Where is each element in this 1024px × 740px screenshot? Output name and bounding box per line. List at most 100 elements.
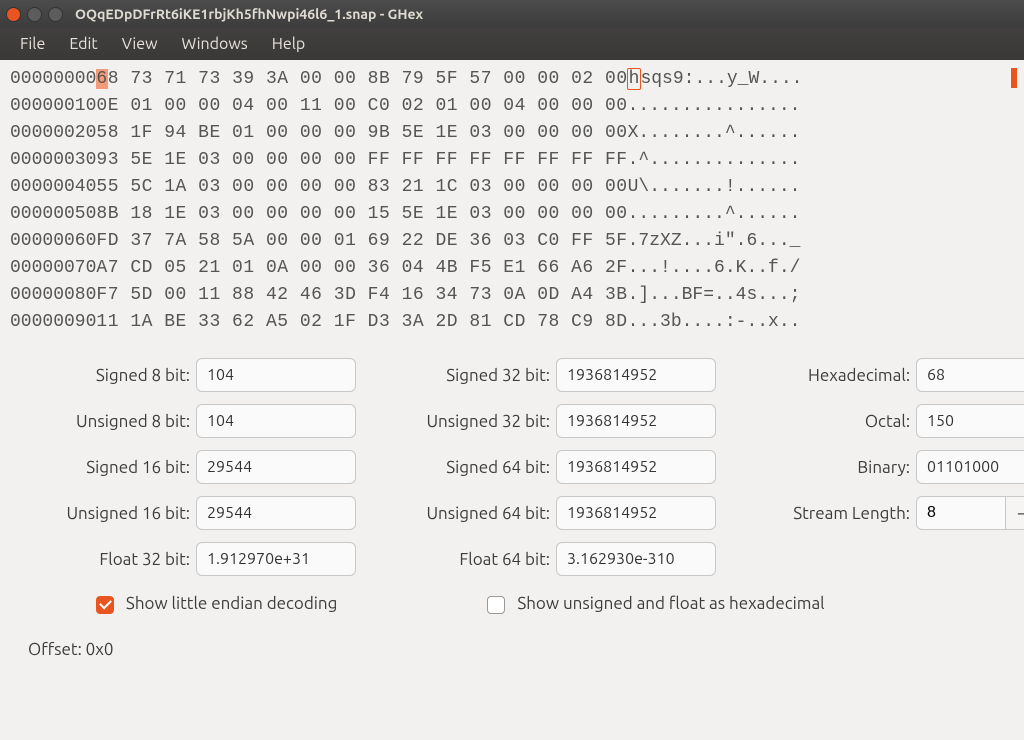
hex-offset: 00000060 <box>10 228 96 255</box>
label-s64: Signed 64 bit: <box>406 458 556 477</box>
hex-row[interactable]: 000000508B 18 1E 03 00 00 00 00 15 5E 1E… <box>10 201 1014 228</box>
menu-file[interactable]: File <box>8 31 57 57</box>
value-u64[interactable] <box>556 496 716 530</box>
hex-offset: 00000030 <box>10 147 96 174</box>
hex-row[interactable]: 000000100E 01 00 00 04 00 11 00 C0 02 01… <box>10 93 1014 120</box>
hex-ascii[interactable]: .^.............. <box>628 147 801 174</box>
label-s16: Signed 16 bit: <box>26 458 196 477</box>
hex-first-byte[interactable]: 8B <box>96 201 119 228</box>
value-stream[interactable] <box>916 496 1006 530</box>
hex-offset: 00000010 <box>10 93 96 120</box>
label-s32: Signed 32 bit: <box>406 366 556 385</box>
label-oct: Octal: <box>766 412 916 431</box>
menu-help[interactable]: Help <box>260 31 318 57</box>
menu-view[interactable]: View <box>110 31 170 57</box>
window-title: OQqEDpDFrRt6iKE1rbjKh5fhNwpi46l6_1.snap … <box>75 6 423 22</box>
hex-offset: 00000000 <box>10 66 96 93</box>
hex-bytes[interactable]: 01 00 00 04 00 11 00 C0 02 01 00 04 00 0… <box>119 93 628 120</box>
hex-bytes[interactable]: 18 1E 03 00 00 00 00 15 5E 1E 03 00 00 0… <box>119 201 628 228</box>
label-f32: Float 32 bit: <box>26 550 196 569</box>
hex-offset: 00000050 <box>10 201 96 228</box>
checkbox-icon <box>96 596 114 614</box>
hex-bytes[interactable]: 5C 1A 03 00 00 00 00 83 21 1C 03 00 00 0… <box>119 174 628 201</box>
menu-edit[interactable]: Edit <box>57 31 109 57</box>
hex-bytes[interactable]: 1A BE 33 62 A5 02 1F D3 3A 2D 81 CD 78 C… <box>119 309 628 336</box>
hex-ascii[interactable]: X........^...... <box>628 120 801 147</box>
maximize-icon[interactable] <box>48 7 63 22</box>
value-u8[interactable] <box>196 404 356 438</box>
hex-bytes[interactable]: 5E 1E 03 00 00 00 00 FF FF FF FF FF FF F… <box>119 147 628 174</box>
hex-first-byte[interactable]: 58 <box>96 120 119 147</box>
hex-row[interactable]: 0000003093 5E 1E 03 00 00 00 00 FF FF FF… <box>10 147 1014 174</box>
hex-row[interactable]: 0000002058 1F 94 BE 01 00 00 00 9B 5E 1E… <box>10 120 1014 147</box>
hex-first-byte[interactable]: FD <box>96 228 119 255</box>
close-icon[interactable] <box>6 7 21 22</box>
hex-first-byte[interactable]: 11 <box>96 309 119 336</box>
value-f32[interactable] <box>196 542 356 576</box>
value-s32[interactable] <box>556 358 716 392</box>
hex-first-byte[interactable]: 0E <box>96 93 119 120</box>
menu-windows[interactable]: Windows <box>170 31 260 57</box>
hex-row[interactable]: 0000000068 73 71 73 39 3A 00 00 8B 79 5F… <box>10 66 1014 93</box>
hex-first-byte[interactable]: 93 <box>96 147 119 174</box>
hex-ascii[interactable]: .]...BF=..4s...; <box>628 282 801 309</box>
check-hexfloat[interactable]: Show unsigned and float as hexadecimal <box>487 594 824 614</box>
hex-row[interactable]: 00000060FD 37 7A 58 5A 00 00 01 69 22 DE… <box>10 228 1014 255</box>
hex-first-byte[interactable]: A7 <box>96 255 119 282</box>
value-u16[interactable] <box>196 496 356 530</box>
hex-ascii[interactable]: ...!....6.K..f./ <box>628 255 801 282</box>
label-s8: Signed 8 bit: <box>26 366 196 385</box>
hex-bytes[interactable]: 37 7A 58 5A 00 00 01 69 22 DE 36 03 C0 F… <box>119 228 628 255</box>
value-hex[interactable] <box>916 358 1024 392</box>
hex-offset: 00000020 <box>10 120 96 147</box>
label-u32: Unsigned 32 bit: <box>406 412 556 431</box>
hex-offset: 00000090 <box>10 309 96 336</box>
value-bin[interactable] <box>916 450 1024 484</box>
hex-ascii[interactable]: hsqs9:...y_W.... <box>628 66 803 93</box>
label-bin: Binary: <box>766 458 916 477</box>
hex-view[interactable]: 0000000068 73 71 73 39 3A 00 00 8B 79 5F… <box>10 66 1014 336</box>
hex-ascii[interactable]: .7zXZ...i".6..._ <box>628 228 801 255</box>
check-endian[interactable]: Show little endian decoding <box>96 594 337 614</box>
hex-row[interactable]: 0000009011 1A BE 33 62 A5 02 1F D3 3A 2D… <box>10 309 1014 336</box>
check-endian-label: Show little endian decoding <box>126 594 338 613</box>
label-u64: Unsigned 64 bit: <box>406 504 556 523</box>
hex-offset: 00000040 <box>10 174 96 201</box>
hex-ascii[interactable]: .........^...... <box>628 201 801 228</box>
hex-row[interactable]: 0000004055 5C 1A 03 00 00 00 00 83 21 1C… <box>10 174 1014 201</box>
status-offset: Offset: 0x0 <box>10 622 1014 659</box>
hex-offset: 00000070 <box>10 255 96 282</box>
hex-ascii[interactable]: ................ <box>628 93 801 120</box>
hex-first-byte[interactable]: 55 <box>96 174 119 201</box>
hex-ascii[interactable]: ...3b....:-..x.. <box>628 309 801 336</box>
stream-minus-button[interactable]: − <box>1005 496 1024 530</box>
value-s64[interactable] <box>556 450 716 484</box>
value-s8[interactable] <box>196 358 356 392</box>
hex-row[interactable]: 00000070A7 CD 05 21 01 0A 00 00 36 04 4B… <box>10 255 1014 282</box>
hex-bytes[interactable]: 5D 00 11 88 42 46 3D F4 16 34 73 0A 0D A… <box>119 282 628 309</box>
minimize-icon[interactable] <box>27 7 42 22</box>
value-u32[interactable] <box>556 404 716 438</box>
check-hexfloat-label: Show unsigned and float as hexadecimal <box>517 594 824 613</box>
label-u8: Unsigned 8 bit: <box>26 412 196 431</box>
cursor-marker-icon <box>1011 68 1017 88</box>
label-f64: Float 64 bit: <box>406 550 556 569</box>
value-f64[interactable] <box>556 542 716 576</box>
hex-first-byte[interactable]: F7 <box>96 282 119 309</box>
hex-bytes[interactable]: 1F 94 BE 01 00 00 00 9B 5E 1E 03 00 00 0… <box>119 120 628 147</box>
hex-row[interactable]: 00000080F7 5D 00 11 88 42 46 3D F4 16 34… <box>10 282 1014 309</box>
hex-ascii[interactable]: U\.......!...... <box>628 174 801 201</box>
hex-bytes[interactable]: 73 71 73 39 3A 00 00 8B 79 5F 57 00 00 0… <box>119 66 628 93</box>
hex-offset: 00000080 <box>10 282 96 309</box>
checkbox-icon <box>487 596 505 614</box>
label-stream: Stream Length: <box>766 504 916 523</box>
label-hex: Hexadecimal: <box>766 366 916 385</box>
value-s16[interactable] <box>196 450 356 484</box>
hex-first-byte[interactable]: 68 <box>96 66 119 93</box>
menubar: File Edit View Windows Help <box>0 28 1024 60</box>
label-u16: Unsigned 16 bit: <box>26 504 196 523</box>
decoder-panel: Signed 8 bit: Signed 32 bit: Hexadecimal… <box>10 336 1014 622</box>
hex-bytes[interactable]: CD 05 21 01 0A 00 00 36 04 4B F5 E1 66 A… <box>119 255 628 282</box>
value-oct[interactable] <box>916 404 1024 438</box>
titlebar: OQqEDpDFrRt6iKE1rbjKh5fhNwpi46l6_1.snap … <box>0 0 1024 28</box>
